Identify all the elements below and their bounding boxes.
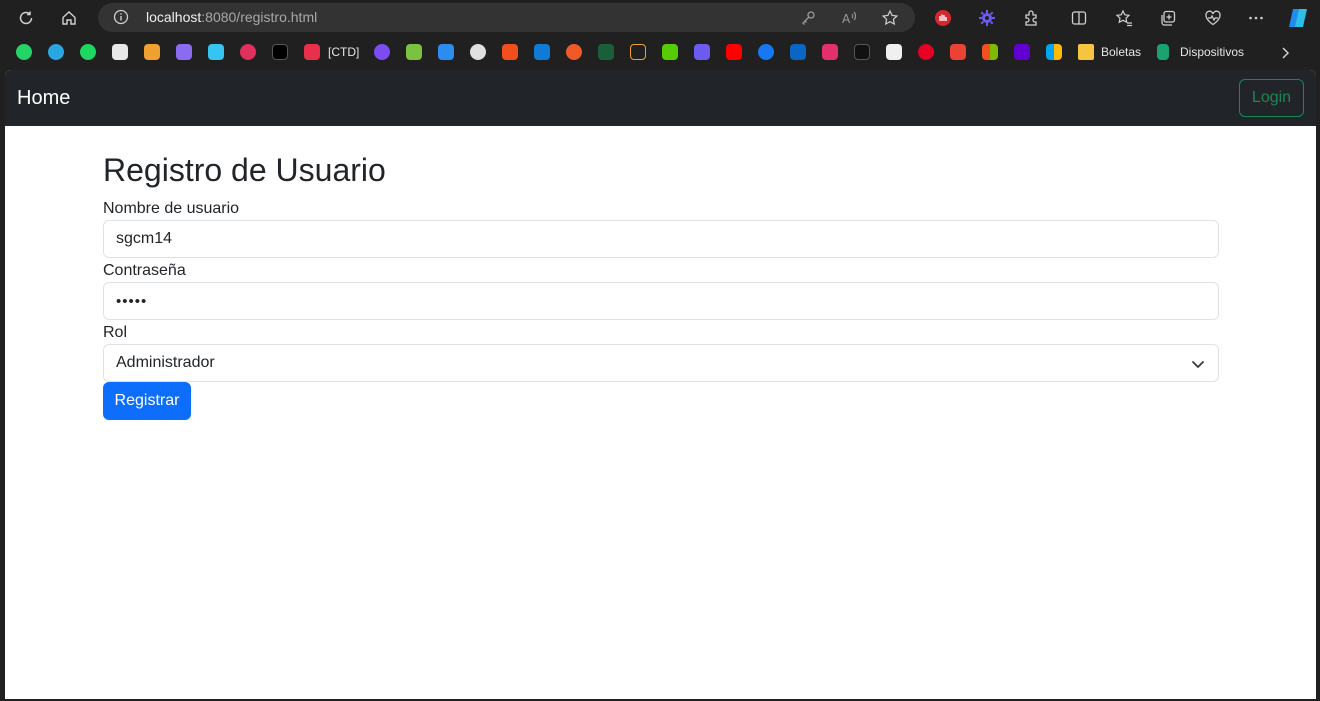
vscode-icon[interactable]: [534, 44, 550, 60]
youtube-icon[interactable]: [726, 44, 742, 60]
folder-icon[interactable]: [1078, 44, 1094, 60]
username-value: sgcm14: [116, 230, 173, 247]
url-host: localhost: [146, 9, 202, 25]
microsoft-icon[interactable]: [982, 44, 998, 60]
telegram-icon[interactable]: [48, 44, 64, 60]
bookmark-dispositivos-label[interactable]: Dispositivos: [1180, 45, 1244, 59]
svg-text:A: A: [842, 12, 851, 26]
navbar: Home Login: [5, 70, 1316, 126]
bookmarks-bar: [CTD] Boletas Dispositivos: [0, 36, 1320, 70]
reload-icon[interactable]: [12, 4, 40, 32]
mega-icon[interactable]: [144, 44, 160, 60]
brand-home-link[interactable]: Home: [17, 87, 70, 110]
whatsapp-icon[interactable]: [16, 44, 32, 60]
ctd-icon[interactable]: [304, 44, 320, 60]
site-info-icon[interactable]: [112, 8, 130, 26]
role-select[interactable]: Administrador: [103, 344, 1219, 382]
mongodb-icon[interactable]: [598, 44, 614, 60]
login-button[interactable]: Login: [1239, 79, 1304, 117]
collections-icon[interactable]: [1154, 4, 1182, 32]
lime-icon[interactable]: [406, 44, 422, 60]
r-icon[interactable]: [630, 44, 646, 60]
instagram-icon[interactable]: [822, 44, 838, 60]
gemini-icon[interactable]: [176, 44, 192, 60]
read-aloud-icon[interactable]: A: [840, 8, 860, 28]
udemy-icon[interactable]: [374, 44, 390, 60]
username-label: Nombre de usuario: [103, 200, 240, 217]
chatgpt-icon[interactable]: [112, 44, 128, 60]
pinterest-icon[interactable]: [918, 44, 934, 60]
s-icon[interactable]: [694, 44, 710, 60]
gmail-icon[interactable]: [950, 44, 966, 60]
spotify-icon[interactable]: [80, 44, 96, 60]
username-input[interactable]: sgcm14: [103, 220, 1219, 258]
chevron-right-icon[interactable]: [1271, 39, 1299, 67]
favorites-icon[interactable]: [1110, 4, 1138, 32]
extensions-icon[interactable]: [1017, 4, 1045, 32]
url-path: :8080/registro.html: [201, 9, 318, 25]
address-bar[interactable]: localhost:8080/registro.html A: [98, 3, 915, 32]
k-icon[interactable]: [1157, 44, 1169, 60]
window-icon[interactable]: [438, 44, 454, 60]
register-button[interactable]: Registrar: [103, 382, 191, 420]
bookmark-boletas-label[interactable]: Boletas: [1101, 45, 1141, 59]
browser-toolbar: localhost:8080/registro.html A: [0, 0, 1320, 36]
home-icon[interactable]: [55, 4, 83, 32]
more-options-icon[interactable]: [1242, 4, 1270, 32]
duolingo-icon[interactable]: [662, 44, 678, 60]
extension-stop-icon[interactable]: [929, 4, 957, 32]
url-text[interactable]: localhost:8080/registro.html: [146, 9, 317, 25]
favorite-star-icon[interactable]: [880, 8, 900, 28]
tiktok-icon[interactable]: [854, 44, 870, 60]
windows-icon[interactable]: [1046, 44, 1062, 60]
github-icon[interactable]: [470, 44, 486, 60]
page-viewport: Home Login Registro de Usuario Nombre de…: [5, 70, 1316, 699]
dev-icon[interactable]: [272, 44, 288, 60]
linkedin-icon[interactable]: [790, 44, 806, 60]
key-icon[interactable]: [798, 8, 818, 28]
onek-icon[interactable]: [240, 44, 256, 60]
extension-gear-icon[interactable]: [973, 4, 1001, 32]
git-icon[interactable]: [566, 44, 582, 60]
copilot-icon[interactable]: [1284, 4, 1312, 32]
password-input[interactable]: •••••: [103, 282, 1219, 320]
password-value: •••••: [116, 292, 148, 310]
figma-icon[interactable]: [502, 44, 518, 60]
yahoo-mail-icon[interactable]: [1014, 44, 1030, 60]
x-icon[interactable]: [886, 44, 902, 60]
role-selected-value: Administrador: [116, 354, 215, 371]
page-title: Registro de Usuario: [103, 152, 386, 188]
browser-essentials-icon[interactable]: [1199, 4, 1227, 32]
chevron-down-icon: [1192, 361, 1204, 368]
password-label: Contraseña: [103, 262, 186, 279]
bookmark-ctd-label[interactable]: [CTD]: [328, 45, 359, 59]
facebook-icon[interactable]: [758, 44, 774, 60]
split-screen-icon[interactable]: [1065, 4, 1093, 32]
role-label: Rol: [103, 324, 128, 341]
slack-icon[interactable]: [208, 44, 224, 60]
